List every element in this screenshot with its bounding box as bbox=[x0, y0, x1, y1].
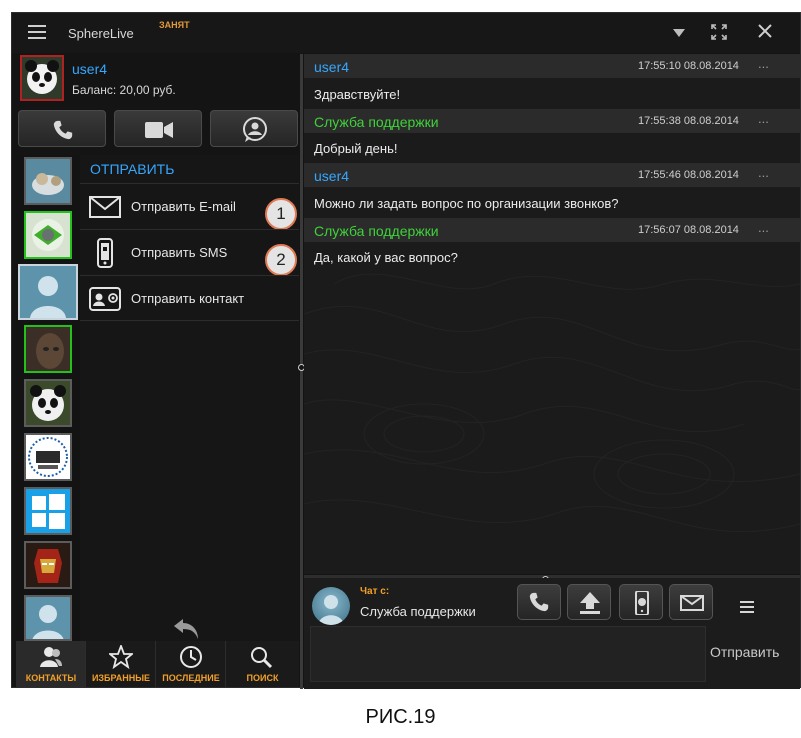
sms-phone-icon bbox=[635, 591, 649, 615]
send-panel: ОТПРАВИТЬ Отправить E-mail 1 Отправить S… bbox=[80, 155, 299, 641]
message-text: Можно ли задать вопрос по организации зв… bbox=[314, 196, 619, 211]
profile-avatar[interactable] bbox=[20, 55, 64, 101]
chat-partner-avatar bbox=[312, 587, 350, 625]
contact-avatar[interactable] bbox=[24, 541, 72, 589]
message-more-button[interactable]: ... bbox=[758, 220, 769, 235]
message-sender: user4 bbox=[314, 168, 350, 184]
message-text: Добрый день! bbox=[314, 141, 398, 156]
message-more-button[interactable]: ... bbox=[758, 165, 769, 180]
hamburger-menu-icon[interactable] bbox=[28, 25, 46, 41]
message-sender: user4 bbox=[314, 59, 350, 75]
back-arrow-icon[interactable] bbox=[172, 617, 202, 641]
message-more-button[interactable]: ... bbox=[758, 56, 769, 71]
tab-contacts[interactable]: КОНТАКТЫ bbox=[16, 641, 86, 687]
contact-avatar[interactable] bbox=[24, 487, 72, 535]
video-camera-icon bbox=[145, 122, 173, 138]
contacts-list bbox=[16, 155, 80, 641]
chat-button[interactable] bbox=[210, 110, 298, 147]
search-icon bbox=[251, 647, 273, 669]
chat-bubble-icon bbox=[243, 117, 267, 142]
contact-avatar[interactable] bbox=[24, 433, 72, 481]
compose-menu-icon[interactable] bbox=[740, 601, 754, 616]
contact-avatar[interactable] bbox=[24, 325, 72, 373]
callout-badge-2: 2 bbox=[265, 244, 297, 276]
compose-email-button[interactable] bbox=[669, 584, 713, 620]
message-timestamp: 17:55:46 08.08.2014 bbox=[638, 169, 739, 181]
tab-search-label: ПОИСК bbox=[246, 673, 279, 683]
tab-recent-label: ПОСЛЕДНИЕ bbox=[162, 673, 220, 683]
compose-call-button[interactable] bbox=[517, 584, 561, 620]
tab-contacts-label: КОНТАКТЫ bbox=[25, 673, 77, 683]
app-window: SphereLive ЗАНЯТ user4 Баланс: 20,00 руб… bbox=[11, 12, 801, 689]
profile-name: user4 bbox=[72, 61, 108, 77]
compose-upload-button[interactable] bbox=[567, 584, 611, 620]
tab-favorites[interactable]: ИЗБРАННЫЕ bbox=[86, 641, 156, 687]
message-text: Здравствуйте! bbox=[314, 87, 401, 102]
contact-avatar-selected[interactable] bbox=[18, 264, 78, 320]
title-bar: SphereLive ЗАНЯТ bbox=[12, 13, 800, 53]
send-panel-title: ОТПРАВИТЬ bbox=[90, 161, 175, 177]
contact-avatar[interactable] bbox=[24, 379, 72, 427]
video-call-button[interactable] bbox=[114, 110, 202, 147]
phone-icon bbox=[53, 120, 73, 140]
envelope-icon bbox=[88, 192, 122, 222]
app-title: SphereLive bbox=[68, 26, 134, 41]
figure-caption: РИС.19 bbox=[365, 706, 436, 728]
contact-card-icon bbox=[88, 284, 122, 314]
send-contact-item[interactable]: Отправить контакт bbox=[80, 275, 299, 321]
chat-with-label: Чат с: bbox=[360, 586, 390, 597]
chat-partner-name: Служба поддержки bbox=[360, 604, 476, 619]
message-sender: Служба поддержки bbox=[314, 223, 439, 239]
message-timestamp: 17:56:07 08.08.2014 bbox=[638, 224, 739, 236]
message-header: Служба поддержки 17:55:38 08.08.2014 ... bbox=[304, 109, 800, 133]
send-contact-label: Отправить контакт bbox=[131, 291, 245, 306]
phone-android-icon bbox=[88, 238, 122, 268]
send-message-button[interactable]: Отправить bbox=[710, 644, 779, 660]
phone-icon bbox=[529, 592, 549, 612]
tab-search[interactable]: ПОИСК bbox=[226, 641, 299, 687]
message-input[interactable] bbox=[310, 626, 706, 682]
send-sms-label: Отправить SMS bbox=[131, 245, 228, 260]
message-header: user4 17:55:46 08.08.2014 ... bbox=[304, 163, 800, 187]
close-icon[interactable] bbox=[756, 24, 774, 42]
compose-sms-button[interactable] bbox=[619, 584, 663, 620]
callout-badge-1: 1 bbox=[265, 198, 297, 230]
contact-avatar[interactable] bbox=[24, 157, 72, 205]
profile-balance: Баланс: 20,00 руб. bbox=[72, 83, 176, 97]
message-timestamp: 17:55:38 08.08.2014 bbox=[638, 115, 739, 127]
contacts-icon bbox=[40, 647, 62, 667]
pane-splitter[interactable] bbox=[300, 54, 303, 689]
clock-icon bbox=[180, 646, 202, 668]
voice-call-button[interactable] bbox=[18, 110, 106, 147]
compose-area: Чат с: Служба поддержки Отправить bbox=[304, 578, 800, 689]
contact-avatar[interactable] bbox=[24, 595, 72, 641]
message-header: user4 17:55:10 08.08.2014 ... bbox=[304, 54, 800, 78]
bottom-tab-bar: КОНТАКТЫ ИЗБРАННЫЕ ПОСЛЕДНИЕ ПОИСК bbox=[16, 641, 299, 687]
send-email-label: Отправить E-mail bbox=[131, 199, 236, 214]
message-text: Да, какой у вас вопрос? bbox=[314, 250, 458, 265]
status-badge[interactable]: ЗАНЯТ bbox=[159, 20, 190, 30]
tab-recent[interactable]: ПОСЛЕДНИЕ bbox=[156, 641, 226, 687]
chat-history: user4 17:55:10 08.08.2014 ... Здравствуй… bbox=[304, 54, 800, 574]
message-timestamp: 17:55:10 08.08.2014 bbox=[638, 60, 739, 72]
message-more-button[interactable]: ... bbox=[758, 111, 769, 126]
fullscreen-icon[interactable] bbox=[710, 24, 728, 42]
profile-header: user4 Баланс: 20,00 руб. bbox=[18, 55, 299, 105]
star-icon bbox=[109, 645, 133, 669]
contact-avatar[interactable] bbox=[24, 211, 72, 259]
message-sender: Служба поддержки bbox=[314, 114, 439, 130]
message-header: Служба поддержки 17:56:07 08.08.2014 ... bbox=[304, 218, 800, 242]
envelope-icon bbox=[680, 595, 704, 611]
upload-icon bbox=[580, 592, 600, 614]
call-buttons bbox=[18, 110, 299, 147]
tab-favorites-label: ИЗБРАННЫЕ bbox=[91, 673, 151, 683]
dropdown-icon[interactable] bbox=[670, 24, 688, 42]
